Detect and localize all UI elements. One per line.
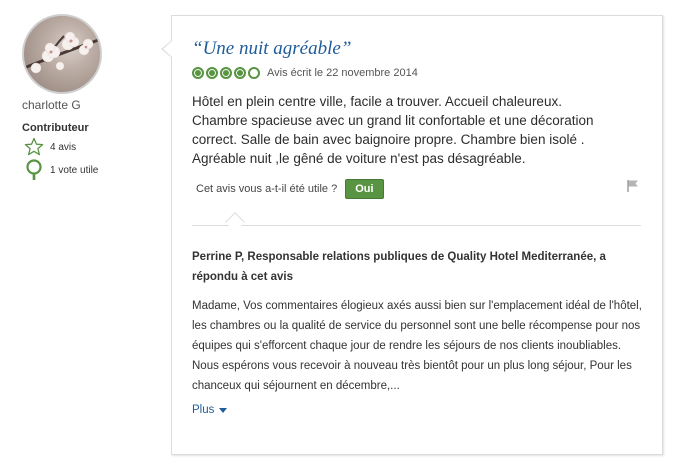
helpful-votes: 1 vote utile	[50, 164, 99, 176]
member-info: charlotte G Contributeur 4 avis 1 vote u…	[0, 0, 160, 462]
card-pointer-inner	[163, 41, 172, 57]
badge-title: Contributeur	[22, 122, 89, 134]
rating-bubble-filled	[234, 67, 246, 79]
review-body: Hôtel en plein centre ville, facile a tr…	[192, 94, 594, 166]
rating-bubble-empty	[248, 67, 260, 79]
management-response-body: Madame, Vos commentaires élogieux axés a…	[192, 300, 642, 392]
helpful-yes-button[interactable]: Oui	[345, 179, 384, 199]
review-card: “Une nuit agréable” Avis écrit le 22 nov…	[171, 15, 663, 455]
rating-bubble-filled	[206, 67, 218, 79]
rating-bubble-filled	[192, 67, 204, 79]
helpful-row: Cet avis vous a-t-il été utile ? Oui	[196, 179, 384, 199]
avatar[interactable]	[22, 14, 102, 94]
username[interactable]: charlotte G	[22, 98, 81, 112]
review-date: Avis écrit le 22 novembre 2014	[267, 67, 418, 79]
response-notch	[225, 212, 245, 232]
review-title[interactable]: “Une nuit agréable”	[192, 38, 351, 60]
helpful-votes-stat: 1 vote utile	[24, 159, 99, 180]
caret-down-icon	[219, 407, 228, 413]
divider	[192, 225, 641, 226]
management-response-header: Perrine P, Responsable relations publiqu…	[192, 251, 606, 283]
rating-row: Avis écrit le 22 novembre 2014	[192, 65, 418, 81]
flag-icon[interactable]	[626, 179, 640, 198]
reviews-count-stat: 4 avis	[24, 137, 76, 157]
avatar-blossom-image	[24, 31, 100, 74]
more-link[interactable]: Plus	[192, 404, 228, 416]
star-icon	[24, 137, 44, 157]
more-link-label[interactable]: Plus	[192, 404, 214, 416]
reviews-count: 4 avis	[50, 141, 77, 153]
thumbs-up-badge-icon	[24, 159, 44, 180]
rating-bubble-filled	[220, 67, 232, 79]
helpful-question: Cet avis vous a-t-il été utile ?	[196, 183, 338, 195]
